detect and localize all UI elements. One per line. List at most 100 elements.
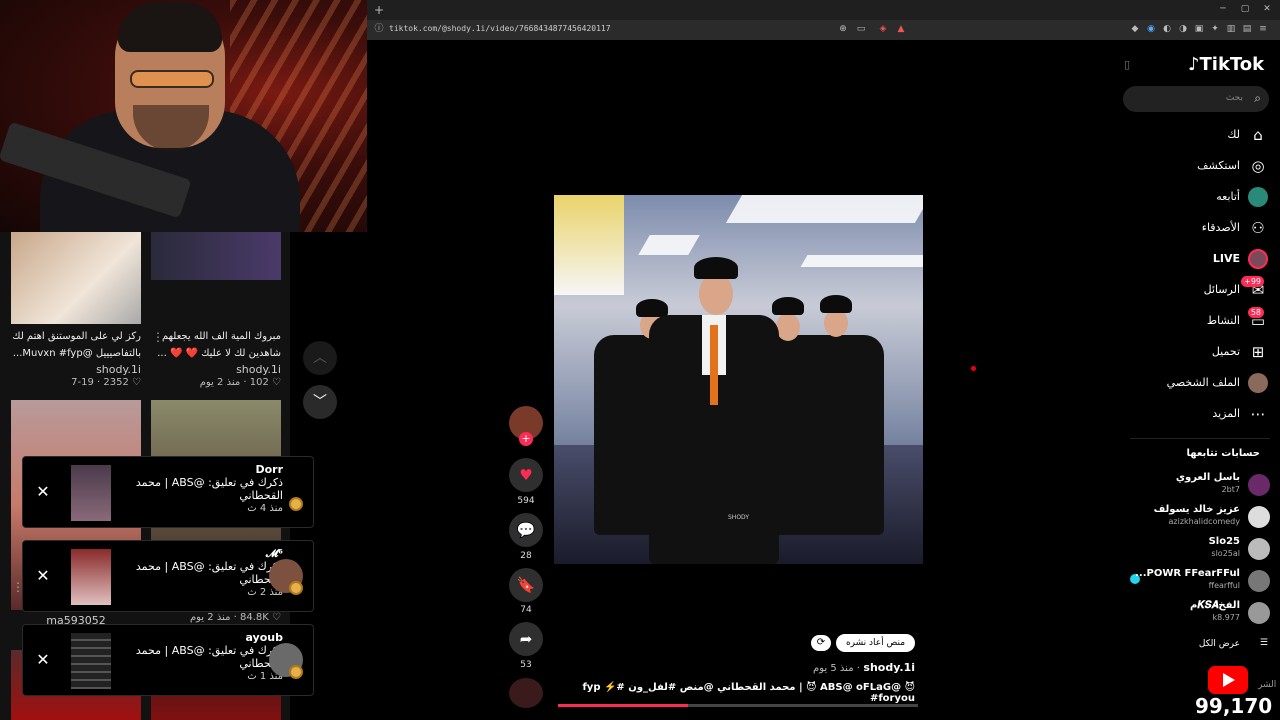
url-field[interactable]: tiktok.com/@shody.1i/video/7668434877456… <box>389 24 611 33</box>
notification-time: منذ 1 ث <box>247 671 283 682</box>
streamer-glasses <box>130 70 214 88</box>
search-icon[interactable]: ⌕ <box>1254 91 1261 106</box>
nav-friends[interactable]: ⚇ الأصدقاء <box>1120 218 1268 242</box>
following-account[interactable]: باسل العروي 2bt7 <box>1120 472 1270 498</box>
music-disc-icon[interactable] <box>509 678 543 708</box>
following-account[interactable]: الفخ𝑲𝑺𝑨م k8.977 <box>1120 600 1270 626</box>
extension-icon[interactable]: ▣ <box>1193 23 1205 35</box>
shield-icon[interactable]: ◈ <box>877 23 889 35</box>
grid-thumbnail[interactable] <box>151 232 281 280</box>
see-all-link[interactable]: ☰ عرض الكل <box>1120 638 1268 654</box>
nav-label: أتابعه <box>1216 190 1240 203</box>
notification-thumbnail <box>71 633 111 689</box>
nav-upload[interactable]: ⊞ تحميل <box>1120 342 1268 366</box>
nav-label: LIVE <box>1212 252 1240 265</box>
comment-button[interactable]: 💬 <box>509 513 543 547</box>
close-icon[interactable]: ✕ <box>33 565 53 587</box>
avatar <box>1248 570 1270 592</box>
tiktok-logo[interactable]: ♪TikTok <box>1188 54 1264 75</box>
following-avatar-icon <box>1248 187 1268 207</box>
following-title: حسابات تتابعها <box>1186 448 1260 459</box>
notification-card[interactable]: ✕ ayoub ذكرك في تعليق: @ABS | محمد القحط… <box>22 624 314 696</box>
nav-profile[interactable]: الملف الشخصي <box>1120 373 1268 397</box>
following-account[interactable]: Slo25 slo25al <box>1120 536 1270 562</box>
close-window-icon[interactable]: ✕ <box>1261 3 1273 15</box>
nav-more[interactable]: ⋯ المزيد <box>1120 404 1268 428</box>
extensions-icon[interactable]: ✦ <box>1209 23 1221 35</box>
notification-user: Dorr <box>255 463 283 476</box>
account-handle: azizkhalidcomedy <box>1168 517 1240 526</box>
notification-card[interactable]: ✕ Dorr ذكرك في تعليق: @ABS | محمد القحطا… <box>22 456 314 528</box>
coin-icon <box>289 497 303 511</box>
maximize-icon[interactable]: ▢ <box>1239 3 1251 15</box>
person-face <box>824 309 848 337</box>
logo-text: TikTok <box>1199 54 1265 75</box>
extension-icon[interactable]: ◆ <box>1129 23 1141 35</box>
divider <box>1130 438 1270 439</box>
card-caption[interactable]: مبروك المية الف الله يجعلهم شاهدين لك لا… <box>151 328 281 362</box>
browser-address-bar: ⓘ tiktok.com/@shody.1i/video/76684348774… <box>367 20 1280 40</box>
extension-icon[interactable]: ◑ <box>1177 23 1189 35</box>
youtube-icon <box>1208 666 1248 694</box>
wallet-icon[interactable]: ▤ <box>1241 23 1253 35</box>
card-age: منذ 2 يوم <box>199 377 241 388</box>
more-icon[interactable]: ⋮ <box>12 580 24 594</box>
repost-icon[interactable]: ⟳ <box>811 635 831 651</box>
zoom-icon[interactable]: ⊕ <box>837 23 849 35</box>
grid-thumbnail[interactable] <box>11 232 141 324</box>
site-info-icon[interactable]: ⓘ <box>373 23 385 35</box>
extension-icon[interactable]: ◉ <box>1145 23 1157 35</box>
card-meta: ♡ 102 · منذ 2 يوم <box>199 377 281 388</box>
video-progress-bar[interactable] <box>558 704 918 707</box>
collapse-sidebar-icon[interactable]: ▯ <box>1124 58 1130 71</box>
minimize-icon[interactable]: ─ <box>1217 3 1229 15</box>
following-account[interactable]: عزيز خالد يسولف azizkhalidcomedy <box>1120 504 1270 530</box>
sidebar-icon[interactable]: ▥ <box>1225 23 1237 35</box>
repost-badge[interactable]: منص أعاد نشره <box>836 634 915 652</box>
video-caption[interactable]: 😈 @ABS@ oFLaG 😈 | محمد القحطاني @منص #لف… <box>560 682 915 704</box>
search-input[interactable]: ⌕ بحث <box>1123 86 1269 112</box>
following-account[interactable]: POWR FFearFFul... ffearfful <box>1120 568 1270 594</box>
card-caption[interactable]: ركز لي على الموستنق اهتم لك بالتفاصيييل … <box>11 328 141 362</box>
close-icon[interactable]: ✕ <box>33 481 53 503</box>
person-figure <box>804 335 884 535</box>
friends-icon: ⚇ <box>1251 219 1265 237</box>
view-count: 102 <box>249 377 269 388</box>
video-background-stripe <box>800 255 923 267</box>
nav-explore[interactable]: ◎ استكشف <box>1120 156 1268 180</box>
previous-video-button[interactable]: ︿ <box>303 341 337 375</box>
next-video-button[interactable]: ﹀ <box>303 385 337 419</box>
new-tab-icon[interactable]: + <box>373 4 385 16</box>
card-meta: ♡ 84.8K · منذ 2 يوم <box>189 612 281 623</box>
nav-label: الرسائل <box>1203 283 1240 296</box>
nav-live[interactable]: LIVE <box>1120 249 1268 273</box>
like-count: 594 <box>517 496 535 506</box>
close-icon[interactable]: ✕ <box>33 649 53 671</box>
avatar <box>1248 602 1270 624</box>
video-age: منذ 5 يوم <box>813 663 854 674</box>
fedora-hat <box>772 297 804 315</box>
cast-icon[interactable]: ▭ <box>855 23 867 35</box>
nav-messages[interactable]: ✉ 99+ الرسائل <box>1120 276 1268 304</box>
nav-following[interactable]: أتابعه <box>1120 187 1268 211</box>
follow-plus-icon[interactable]: + <box>519 432 533 446</box>
upload-icon: ⊞ <box>1251 343 1265 361</box>
share-button[interactable]: ➦ <box>509 622 543 656</box>
card-author[interactable]: shody.1i <box>11 363 141 376</box>
extension-icon[interactable]: ◐ <box>1161 23 1173 35</box>
footer-fragment: الشر <box>1258 680 1277 690</box>
card-author[interactable]: shody.1i <box>151 363 281 376</box>
fedora-hat <box>636 299 668 317</box>
nav-label: النشاط <box>1206 314 1240 327</box>
like-button[interactable]: ♥ <box>509 458 543 492</box>
video-author[interactable]: shody.1i <box>863 661 915 674</box>
alert-icon[interactable]: ▲ <box>895 23 907 35</box>
menu-icon[interactable]: ≡ <box>1257 23 1269 35</box>
video-player[interactable]: SHODY <box>554 195 923 564</box>
nav-activity[interactable]: ▭ 58 النشاط <box>1120 307 1268 335</box>
bookmark-button[interactable]: 🔖 <box>509 568 543 602</box>
nav-for-you[interactable]: ⌂ لك <box>1120 125 1268 149</box>
view-count: 2352 <box>103 377 129 388</box>
more-icon: ⋯ <box>1250 405 1266 423</box>
notification-card[interactable]: ✕ 𝓜⁶ ذكرك في تعليق: @ABS | محمد القحطاني… <box>22 540 314 612</box>
